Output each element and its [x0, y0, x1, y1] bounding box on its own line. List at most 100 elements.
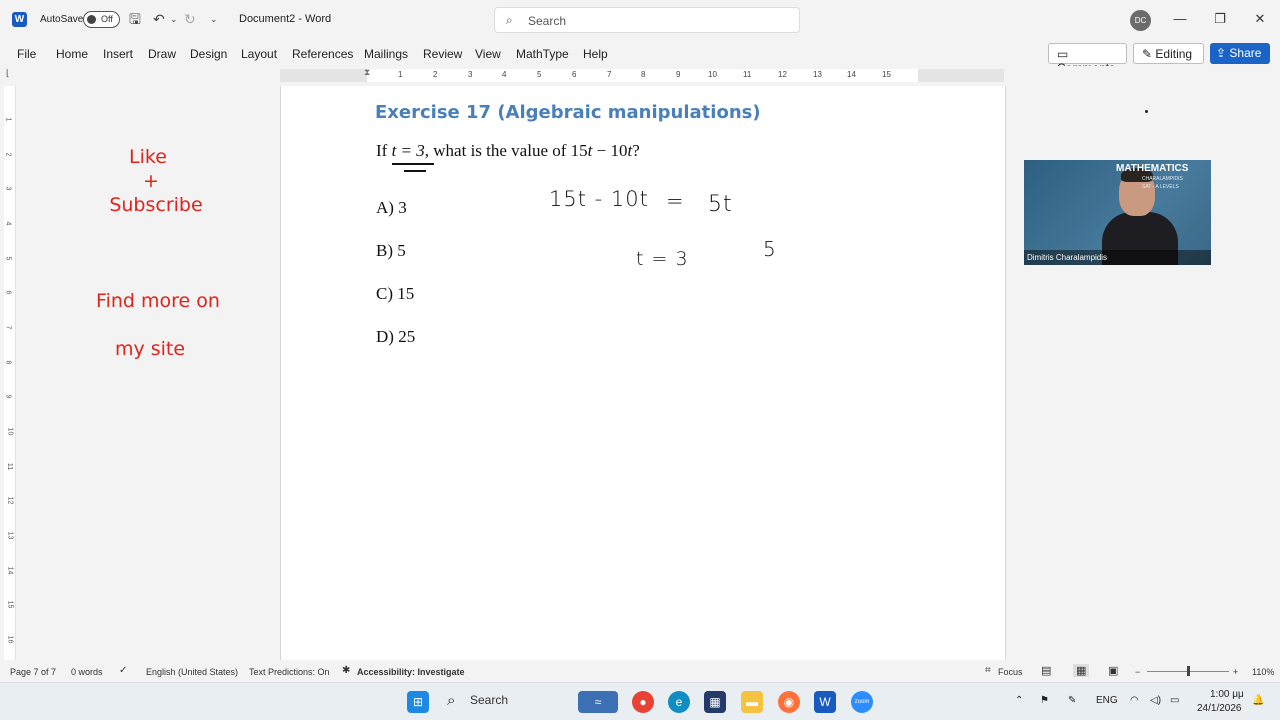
ink-expression: 15t - 10t [549, 187, 649, 211]
tab-insert[interactable]: Insert [103, 47, 133, 61]
tab-layout[interactable]: Layout [241, 47, 277, 61]
vruler-number: 5 [4, 256, 12, 261]
document-title: Document2 - Word [239, 13, 332, 25]
widgets-icon[interactable]: ≈ [578, 691, 618, 713]
file-explorer-icon[interactable]: ▬ [741, 691, 763, 713]
text-predictions-status[interactable]: Text Predictions: On [249, 667, 330, 677]
web-layout-icon[interactable]: ▣ [1108, 664, 1118, 677]
webcam-subtitle-2: SAT - A LEVELS [1142, 184, 1179, 190]
network-activity-icon[interactable]: ⚑ [1040, 695, 1049, 706]
tab-mailings[interactable]: Mailings [364, 47, 408, 61]
zoom-out-icon[interactable]: − [1135, 667, 1140, 677]
zoom-level[interactable]: 110% [1252, 667, 1274, 677]
tab-design[interactable]: Design [190, 47, 227, 61]
find-more-text: Find more on [96, 290, 220, 312]
search-box[interactable]: ⌕ Search [494, 7, 800, 33]
share-button[interactable]: ⇪ Share ⌄ [1210, 43, 1270, 73]
horizontal-ruler-row: ⌊ 1 2 3 4 5 6 7 8 9 10 11 12 13 14 15 [0, 66, 1280, 84]
vruler-number: 8 [4, 360, 12, 365]
focus-button[interactable]: Focus [998, 667, 1023, 677]
option-c: C) 15 [376, 284, 415, 303]
tab-review[interactable]: Review [423, 47, 462, 61]
vruler-number: 12 [6, 496, 14, 505]
taskbar: ⊞ ⌕ Search ≈ ● e ▦ ▬ ◉ W zoom ⌃ ⚑ ✎ ENG … [0, 682, 1280, 720]
avatar[interactable]: DC [1130, 10, 1151, 31]
option-b: B) 5 [376, 241, 406, 260]
search-icon: ⌕ [506, 13, 513, 27]
proofing-icon[interactable]: ✓ [119, 665, 127, 676]
show-hidden-icons[interactable]: ⌃ [1015, 695, 1023, 706]
ruler-number: 11 [743, 70, 752, 79]
ink-equals: = [666, 189, 685, 213]
horizontal-ruler[interactable]: 1 2 3 4 5 6 7 8 9 10 11 12 13 14 15 [280, 69, 1004, 82]
zoom-slider-thumb[interactable] [1187, 666, 1190, 676]
autosave-toggle[interactable]: Off [83, 11, 120, 28]
vertical-ruler[interactable]: 1 2 3 4 5 6 7 8 9 10 11 12 13 14 15 16 [4, 86, 16, 660]
ink-underline [392, 163, 434, 165]
tab-references[interactable]: References [292, 47, 353, 61]
save-icon[interactable]: 🖫 [129, 11, 141, 27]
indent-marker-icon[interactable]: ⧗ [364, 67, 370, 78]
tab-mathtype[interactable]: MathType [516, 47, 569, 61]
comment-icon: ▭ [1057, 47, 1069, 61]
firefox-icon[interactable]: ◉ [778, 691, 800, 713]
page-count[interactable]: Page 7 of 7 [10, 667, 56, 677]
share-icon: ⇪ [1216, 46, 1227, 60]
input-language[interactable]: ENG [1096, 695, 1118, 706]
battery-icon[interactable]: ▭ [1170, 695, 1179, 706]
wifi-icon[interactable]: ◠ [1130, 695, 1139, 706]
undo-dropdown-icon[interactable]: ⌄ [170, 11, 178, 27]
edge-icon[interactable]: e [668, 691, 690, 713]
zoom-in-icon[interactable]: + [1233, 667, 1238, 677]
accessibility-status[interactable]: Accessibility: Investigate [357, 667, 465, 677]
vruler-number: 1 [4, 117, 12, 122]
focus-icon: ⌗ [985, 665, 991, 676]
ruler-number: 13 [813, 70, 822, 79]
clock-time[interactable]: 1:00 μμ [1210, 689, 1244, 700]
customize-toolbar-icon[interactable]: ⌄ [210, 11, 218, 27]
comments-button[interactable]: ▭ Comments [1048, 43, 1127, 75]
maximize-icon[interactable]: ❐ [1210, 11, 1230, 27]
calculator-icon[interactable]: ▦ [704, 691, 726, 713]
vruler-number: 10 [6, 427, 14, 436]
tab-home[interactable]: Home [56, 47, 88, 61]
document-page[interactable] [280, 86, 1006, 660]
tab-file[interactable]: File [17, 47, 36, 61]
clock-date[interactable]: 24/1/2026 [1197, 703, 1242, 714]
language-status[interactable]: English (United States) [146, 667, 238, 677]
ruler-number: 5 [537, 70, 542, 79]
zoom-app-icon[interactable]: zoom [851, 691, 873, 713]
taskbar-search-icon: ⌕ [447, 692, 456, 709]
webcam-subtitle-1: CHARALAMPIDIS [1142, 176, 1183, 182]
vruler-number: 4 [4, 221, 12, 226]
chrome-icon[interactable]: ● [632, 691, 654, 713]
ruler-number: 2 [433, 70, 438, 79]
ink-underline [404, 170, 426, 172]
close-icon[interactable]: ✕ [1250, 11, 1270, 27]
tab-selector-icon[interactable]: ⌊ [6, 68, 10, 79]
ruler-number: 3 [468, 70, 473, 79]
redo-icon[interactable]: ↻ [184, 11, 196, 27]
tab-view[interactable]: View [475, 47, 501, 61]
webcam-overlay: MATHEMATICS CHARALAMPIDIS SAT - A LEVELS… [1024, 160, 1211, 265]
tab-help[interactable]: Help [583, 47, 608, 61]
pen-icon[interactable]: ✎ [1068, 695, 1076, 706]
taskbar-search-label[interactable]: Search [470, 693, 508, 707]
ink-answer: 5 [763, 237, 777, 261]
volume-icon[interactable]: ◁) [1150, 695, 1161, 706]
notifications-icon[interactable]: 🔔 [1252, 695, 1264, 706]
read-mode-icon[interactable]: ▤ [1041, 664, 1051, 677]
ink-given: t = 3 [636, 248, 689, 270]
word-count[interactable]: 0 words [71, 667, 103, 677]
ruler-number: 9 [676, 70, 681, 79]
undo-icon[interactable]: ↶ [153, 11, 165, 27]
ink-result: 5t [708, 192, 733, 217]
print-layout-icon[interactable]: ▦ [1073, 664, 1090, 677]
word-taskbar-icon[interactable]: W [814, 691, 836, 713]
vruler-number: 7 [4, 325, 12, 330]
editing-button[interactable]: ✎ Editing ⌄ [1133, 43, 1204, 74]
windows-start-icon[interactable]: ⊞ [407, 691, 429, 713]
tab-draw[interactable]: Draw [148, 47, 176, 61]
minimize-icon[interactable]: — [1170, 11, 1190, 26]
toggle-knob [87, 15, 96, 24]
